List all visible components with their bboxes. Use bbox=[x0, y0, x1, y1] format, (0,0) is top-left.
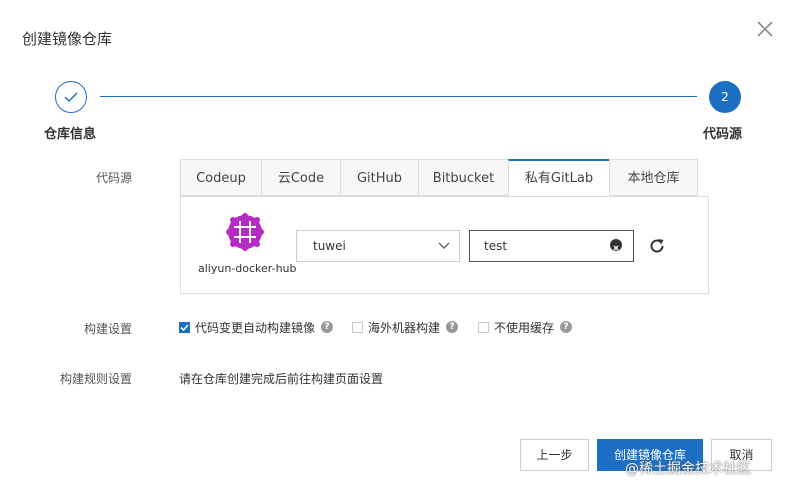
chevron-down-icon bbox=[438, 242, 450, 249]
step-2-indicator: 2 bbox=[709, 81, 741, 113]
no-cache-checkbox[interactable] bbox=[478, 321, 489, 333]
avatar bbox=[225, 212, 265, 252]
help-icon[interactable]: ? bbox=[321, 321, 334, 333]
overseas-build-checkbox[interactable] bbox=[352, 321, 363, 333]
close-icon[interactable] bbox=[754, 18, 776, 40]
step-1-indicator bbox=[55, 81, 87, 113]
auto-build-label: 代码变更自动构建镜像 bbox=[195, 320, 316, 335]
create-repo-dialog: 创建镜像仓库 2 仓库信息 代码源 代码源 Codeup 云Code GitHu… bbox=[0, 0, 795, 494]
source-tabs: Codeup 云Code GitHub Bitbucket 私有GitLab 本… bbox=[180, 159, 698, 198]
option-no-cache[interactable]: 不使用缓存 ? bbox=[478, 319, 573, 335]
step-connector bbox=[100, 96, 697, 97]
build-settings-label: 构建设置 bbox=[84, 322, 133, 336]
step-2-label: 代码源 bbox=[703, 127, 743, 142]
step-1-label: 仓库信息 bbox=[44, 127, 97, 142]
check-icon bbox=[64, 92, 78, 103]
tab-local-repo[interactable]: 本地仓库 bbox=[609, 159, 698, 196]
no-cache-label: 不使用缓存 bbox=[494, 320, 555, 335]
account-name: aliyun-docker-hub bbox=[198, 262, 297, 275]
help-icon[interactable]: ? bbox=[560, 321, 573, 333]
tab-bitbucket[interactable]: Bitbucket bbox=[418, 159, 508, 196]
tab-github[interactable]: GitHub bbox=[340, 159, 418, 196]
source-label: 代码源 bbox=[96, 171, 133, 185]
overseas-build-label: 海外机器构建 bbox=[368, 320, 441, 335]
namespace-select[interactable]: tuwei bbox=[296, 230, 460, 262]
tab-yuncode[interactable]: 云Code bbox=[261, 159, 340, 196]
option-overseas-build[interactable]: 海外机器构建 ? bbox=[352, 319, 459, 335]
build-rules-text: 请在仓库创建完成后前往构建页面设置 bbox=[179, 372, 384, 386]
option-auto-build[interactable]: 代码变更自动构建镜像 ? bbox=[179, 319, 334, 335]
build-rules-label: 构建规则设置 bbox=[60, 372, 133, 386]
dialog-title: 创建镜像仓库 bbox=[22, 30, 113, 48]
tab-private-gitlab[interactable]: 私有GitLab bbox=[508, 159, 609, 198]
refresh-icon[interactable] bbox=[648, 237, 666, 255]
auto-build-checkbox[interactable] bbox=[179, 321, 190, 333]
prev-step-button[interactable]: 上一步 bbox=[520, 439, 589, 471]
tab-codeup[interactable]: Codeup bbox=[180, 159, 261, 196]
help-icon[interactable]: ? bbox=[446, 321, 459, 333]
watermark: @稀土掘金技术社区 bbox=[625, 461, 751, 477]
clear-icon[interactable] bbox=[610, 239, 622, 251]
namespace-select-value: tuwei bbox=[313, 239, 346, 253]
